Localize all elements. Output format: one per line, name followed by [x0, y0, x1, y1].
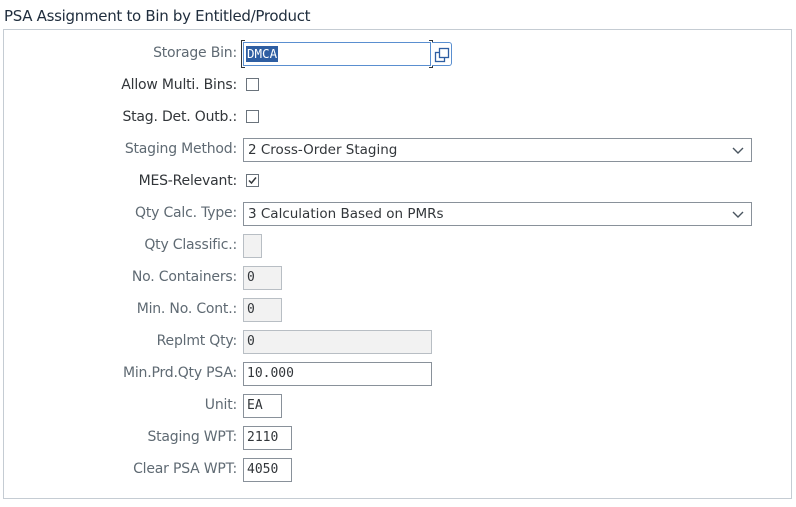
group-title: PSA Assignment to Bin by Entitled/Produc…: [4, 7, 311, 25]
storage-bin-input[interactable]: DMCA: [241, 40, 433, 68]
qty-classific-field: [243, 234, 262, 258]
row-replmt-qty: Replmt Qty: 0: [0, 330, 796, 354]
staging-method-label: Staging Method:: [124, 141, 237, 157]
min-no-cont-field: 0: [243, 298, 282, 322]
row-min-no-cont: Min. No. Cont.: 0: [0, 298, 796, 322]
unit-input[interactable]: EA: [243, 394, 282, 418]
stag-det-outb-label: Stag. Det. Outb.:: [122, 109, 237, 125]
staging-method-select[interactable]: 2 Cross-Order Staging: [243, 138, 752, 162]
qty-calc-type-value: 3 Calculation Based on PMRs: [248, 206, 444, 222]
no-containers-field: 0: [243, 266, 282, 290]
mes-relevant-checkbox[interactable]: [246, 174, 259, 187]
row-min-prd-qty-psa: Min.Prd.Qty PSA: 10.000: [0, 362, 796, 386]
row-allow-multi-bins: Allow Multi. Bins:: [0, 74, 796, 98]
chevron-down-icon: [732, 211, 744, 218]
row-storage-bin: Storage Bin: DMCA: [0, 40, 796, 68]
replmt-qty-label: Replmt Qty:: [156, 333, 238, 349]
staging-wpt-label: Staging WPT:: [147, 429, 237, 445]
min-prd-qty-psa-input[interactable]: 10.000: [243, 362, 432, 386]
qty-calc-type-label: Qty Calc. Type:: [135, 205, 237, 221]
storage-bin-value: DMCA: [246, 46, 279, 62]
value-help-icon: [434, 47, 450, 63]
row-staging-wpt: Staging WPT: 2110: [0, 426, 796, 450]
row-staging-method: Staging Method: 2 Cross-Order Staging: [0, 138, 796, 162]
min-prd-qty-psa-label: Min.Prd.Qty PSA:: [122, 365, 237, 381]
row-qty-classific: Qty Classific.:: [0, 234, 796, 258]
checkmark-icon: [248, 177, 257, 185]
qty-calc-type-select[interactable]: 3 Calculation Based on PMRs: [243, 202, 752, 226]
clear-psa-wpt-input[interactable]: 4050: [243, 458, 292, 482]
row-clear-psa-wpt: Clear PSA WPT: 4050: [0, 458, 796, 482]
staging-method-value: 2 Cross-Order Staging: [248, 142, 398, 158]
chevron-down-icon: [732, 147, 744, 154]
replmt-qty-field: 0: [243, 330, 432, 354]
cursor-bracket-left: [241, 40, 245, 68]
value-help-button[interactable]: [432, 42, 452, 66]
stag-det-outb-checkbox[interactable]: [246, 110, 259, 123]
mes-relevant-label: MES-Relevant:: [138, 173, 238, 189]
min-no-cont-label: Min. No. Cont.:: [136, 301, 238, 317]
row-unit: Unit: EA: [0, 394, 796, 418]
row-no-containers: No. Containers: 0: [0, 266, 796, 290]
allow-multi-bins-checkbox[interactable]: [246, 78, 259, 91]
qty-classific-label: Qty Classific.:: [144, 237, 237, 253]
unit-label: Unit:: [204, 397, 237, 413]
clear-psa-wpt-label: Clear PSA WPT:: [133, 461, 237, 477]
staging-wpt-input[interactable]: 2110: [243, 426, 292, 450]
storage-bin-label: Storage Bin:: [153, 45, 237, 61]
allow-multi-bins-label: Allow Multi. Bins:: [121, 77, 237, 93]
no-containers-label: No. Containers:: [131, 269, 237, 285]
row-qty-calc-type: Qty Calc. Type: 3 Calculation Based on P…: [0, 202, 796, 226]
row-stag-det-outb: Stag. Det. Outb.:: [0, 106, 796, 130]
row-mes-relevant: MES-Relevant:: [0, 170, 796, 194]
